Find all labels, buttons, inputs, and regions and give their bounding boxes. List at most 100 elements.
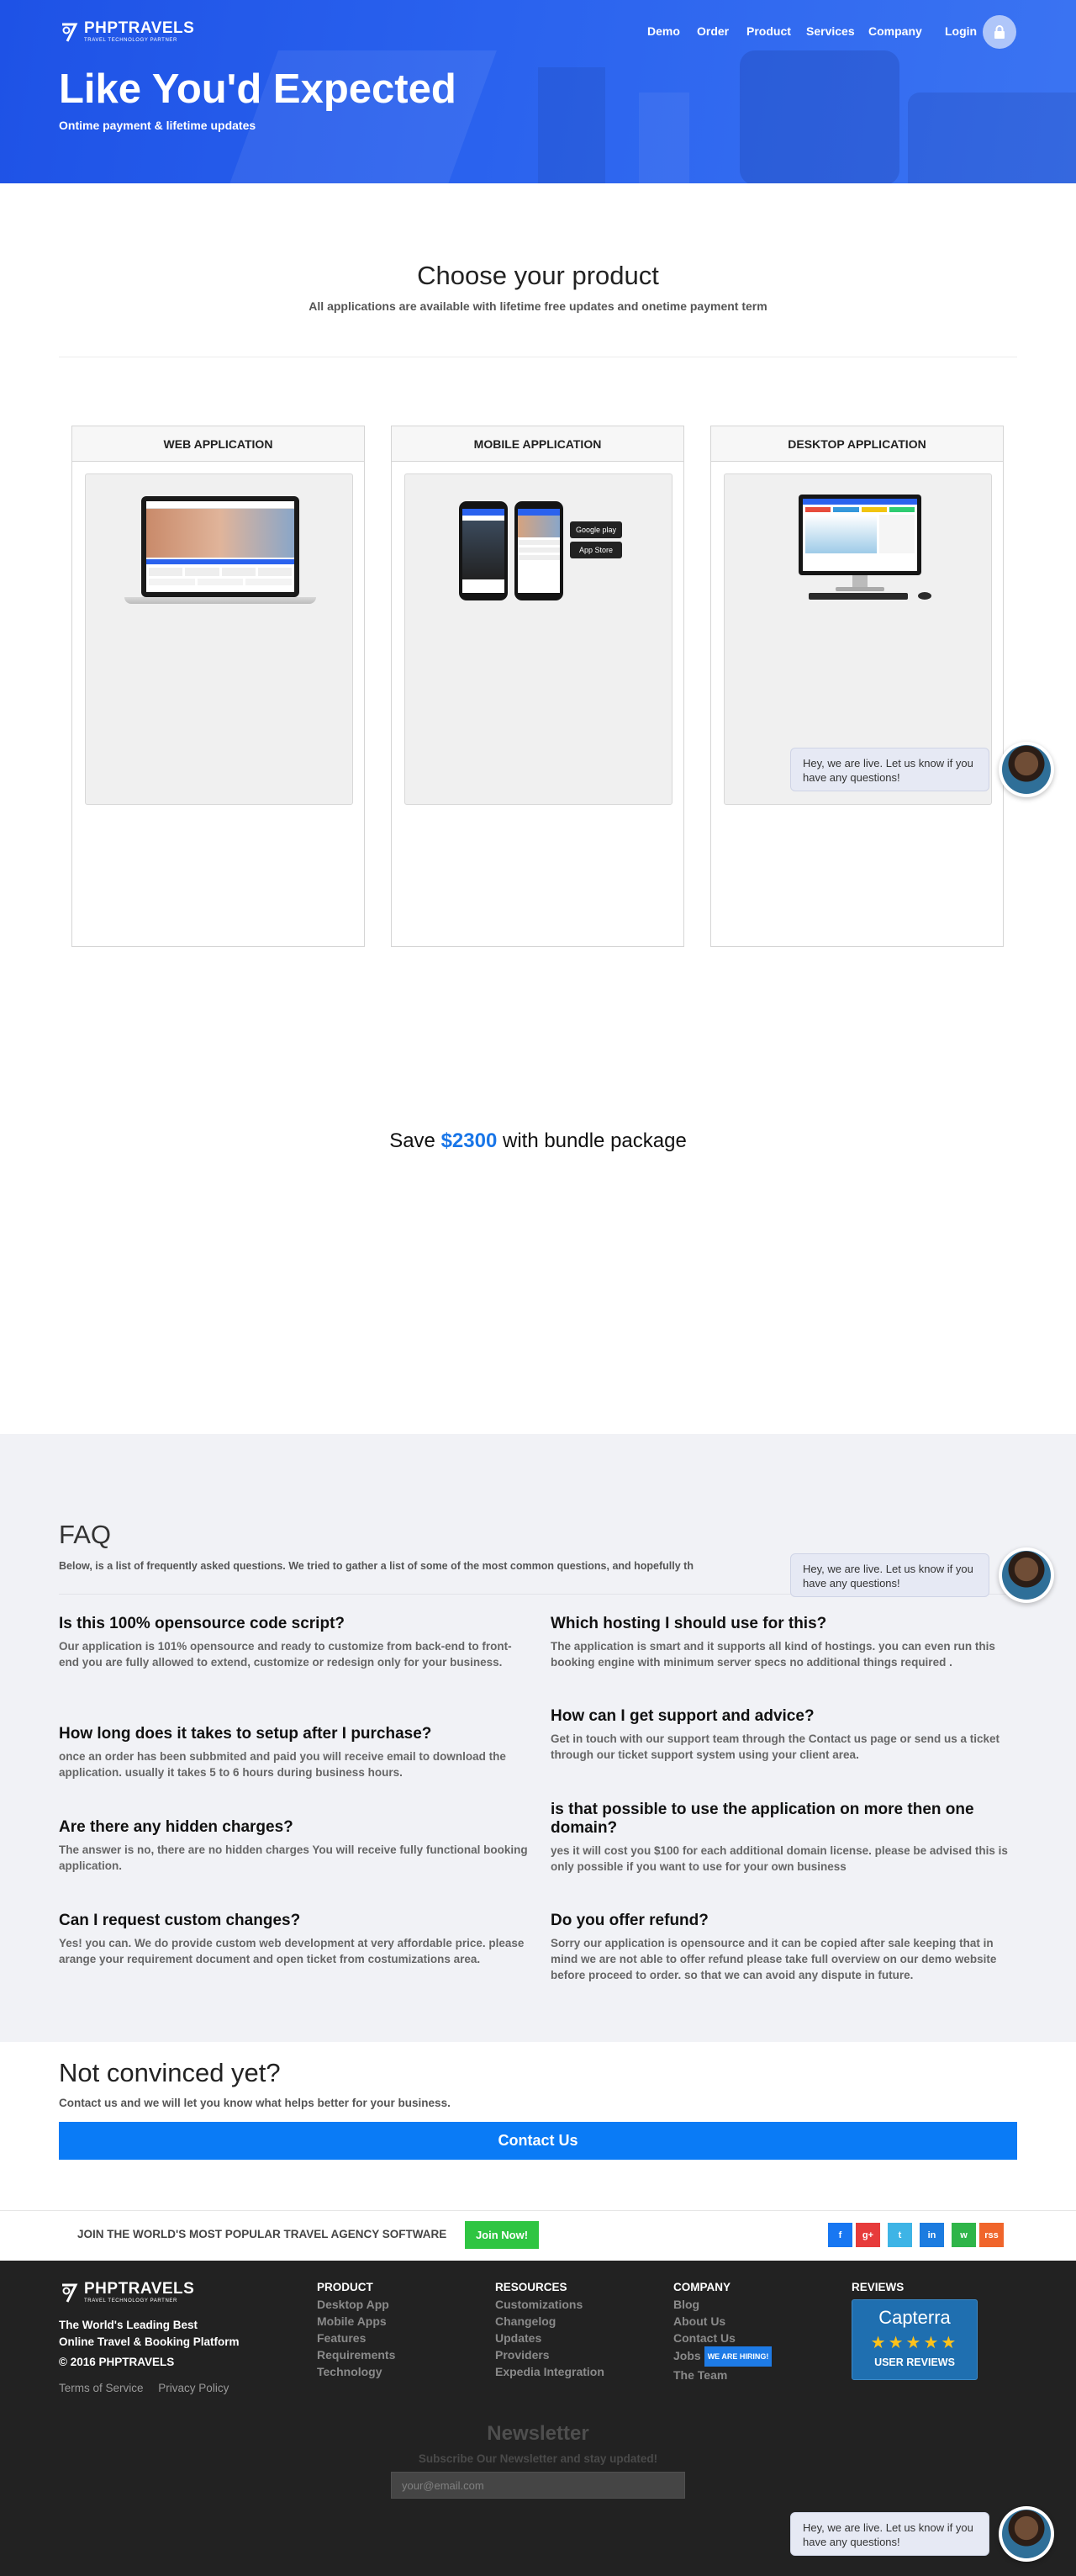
live-chat-widget[interactable]: Hey, we are live. Let us know if you hav… bbox=[790, 742, 1068, 797]
faq-item: How can I get support and advice? Get in… bbox=[551, 1707, 1021, 1763]
mobile-app-image: Google play App Store bbox=[404, 473, 672, 805]
agent-avatar[interactable] bbox=[999, 2506, 1054, 2562]
footer-link[interactable]: Providers bbox=[495, 2346, 604, 2363]
panel-title: WEB APPLICATION bbox=[72, 426, 364, 462]
footer-link[interactable]: Expedia Integration bbox=[495, 2363, 604, 2380]
faq-item: is that possible to use the application … bbox=[551, 1801, 1021, 1875]
rss-icon[interactable]: rss bbox=[979, 2223, 1004, 2247]
faq-item: Are there any hidden charges? The answer… bbox=[59, 1818, 530, 1874]
column-title: REVIEWS bbox=[852, 2281, 905, 2293]
app-store-badge: App Store bbox=[570, 542, 622, 558]
brand-tagline: TRAVEL TECHNOLOGY PARTNER bbox=[84, 2298, 177, 2304]
tagline-line: The World's Leading Best bbox=[59, 2319, 198, 2331]
faq-answer: The answer is no, there are no hidden ch… bbox=[59, 1843, 528, 1872]
footer-column-reviews: REVIEWS bbox=[852, 2281, 904, 2296]
footer-link[interactable]: Updates bbox=[495, 2330, 604, 2346]
footer-link[interactable]: Mobile Apps bbox=[317, 2313, 395, 2330]
chat-message[interactable]: Hey, we are live. Let us know if you hav… bbox=[790, 1553, 989, 1597]
product-panel-web[interactable]: WEB APPLICATION bbox=[71, 426, 365, 947]
jobs-link[interactable]: Jobs bbox=[673, 2349, 701, 2362]
footer-column-product: PRODUCT Desktop App Mobile Apps Features… bbox=[317, 2281, 395, 2380]
nav-demo[interactable]: Demo bbox=[647, 24, 680, 38]
chat-message[interactable]: Hey, we are live. Let us know if you hav… bbox=[790, 748, 989, 791]
legal-links: Terms of Service Privacy Policy bbox=[59, 2382, 240, 2394]
newsletter-email-input[interactable] bbox=[391, 2472, 685, 2499]
footer-link[interactable]: Desktop App bbox=[317, 2296, 395, 2313]
faq-question: is that possible to use the application … bbox=[551, 1801, 974, 1837]
bundle-offer: Save $2300 with bundle package bbox=[0, 1129, 1076, 1153]
faq-item: Can I request custom changes? Yes! you c… bbox=[59, 1912, 530, 1967]
monitor-illustration bbox=[799, 495, 921, 575]
capterra-badge[interactable]: Capterra ★★★★★ USER REVIEWS bbox=[852, 2299, 978, 2380]
agent-avatar[interactable] bbox=[999, 1547, 1054, 1603]
products-title: Choose your product bbox=[417, 261, 659, 290]
footer-link[interactable]: Contact Us bbox=[673, 2330, 772, 2346]
live-chat-widget[interactable]: Hey, we are live. Let us know if you hav… bbox=[790, 2506, 1068, 2562]
capterra-logo: Capterra bbox=[878, 2307, 951, 2328]
faq-question: Which hosting I should use for this? bbox=[551, 1615, 827, 1632]
footer-link[interactable]: Blog bbox=[673, 2296, 772, 2313]
contact-us-button[interactable]: Contact Us bbox=[59, 2122, 1017, 2160]
copyright: © 2016 PHPTRAVELS bbox=[59, 2356, 175, 2368]
hiring-badge[interactable]: WE ARE HIRING! bbox=[704, 2346, 773, 2367]
faq-question: How can I get support and advice? bbox=[551, 1707, 815, 1725]
live-chat-widget[interactable]: Hey, we are live. Let us know if you hav… bbox=[790, 1547, 1068, 1603]
join-now-button[interactable]: Join Now! bbox=[465, 2221, 539, 2249]
nav-product[interactable]: Product bbox=[746, 24, 791, 38]
panel-title: MOBILE APPLICATION bbox=[392, 426, 683, 462]
footer-logo[interactable]: PHPTRAVELS TRAVEL TECHNOLOGY PARTNER bbox=[59, 2281, 194, 2304]
faq-answer: Our application is 101% opensource and r… bbox=[59, 1640, 512, 1669]
nav-company[interactable]: Company bbox=[868, 24, 922, 38]
faq-answer: once an order has been subbmited and pai… bbox=[59, 1750, 506, 1779]
linkedin-icon[interactable]: in bbox=[920, 2223, 944, 2247]
footer-link[interactable]: Technology bbox=[317, 2363, 395, 2380]
footer-column-resources: RESOURCES Customizations Changelog Updat… bbox=[495, 2281, 604, 2380]
convince-title: Not convinced yet? bbox=[59, 2058, 281, 2087]
column-title: PRODUCT bbox=[317, 2281, 373, 2293]
tagline-line: Online Travel & Booking Platform bbox=[59, 2335, 240, 2348]
footer-column-company: COMPANY Blog About Us Contact Us Jobs WE … bbox=[673, 2281, 773, 2383]
footer-tagline: The World's Leading Best Online Travel &… bbox=[59, 2317, 240, 2351]
faq-answer: Sorry our application is opensource and … bbox=[551, 1937, 997, 1981]
product-panel-desktop[interactable]: DESKTOP APPLICATION bbox=[710, 426, 1004, 947]
facebook-icon[interactable]: f bbox=[828, 2223, 852, 2247]
nav-login[interactable]: Login bbox=[945, 24, 977, 38]
products-subtitle: All applications are available with life… bbox=[309, 299, 767, 313]
agent-avatar[interactable] bbox=[999, 742, 1054, 797]
footer-link[interactable]: The Team bbox=[673, 2367, 772, 2383]
newsletter-title: Newsletter bbox=[487, 2422, 589, 2445]
footer-link[interactable]: Customizations bbox=[495, 2296, 604, 2313]
chat-message[interactable]: Hey, we are live. Let us know if you hav… bbox=[790, 2512, 989, 2556]
faq-answer: yes it will cost you $100 for each addit… bbox=[551, 1844, 1008, 1873]
join-text: JOIN THE WORLD'S MOST POPULAR TRAVEL AGE… bbox=[77, 2228, 447, 2240]
privacy-link[interactable]: Privacy Policy bbox=[158, 2382, 229, 2394]
product-panel-mobile[interactable]: MOBILE APPLICATION Google play App Store bbox=[391, 426, 684, 947]
footer-link[interactable]: About Us bbox=[673, 2313, 772, 2330]
footer-link[interactable]: Requirements bbox=[317, 2346, 395, 2363]
save-prefix: Save bbox=[389, 1129, 435, 1152]
phone-illustration bbox=[514, 501, 563, 600]
hero-title: Like You'd Expected bbox=[59, 66, 456, 112]
nav-services[interactable]: Services bbox=[806, 24, 855, 38]
footer-link[interactable]: Changelog bbox=[495, 2313, 604, 2330]
wechat-icon[interactable]: w bbox=[952, 2223, 976, 2247]
twitter-icon[interactable]: t bbox=[888, 2223, 912, 2247]
faq-answer: Get in touch with our support team throu… bbox=[551, 1732, 1000, 1761]
footer-link[interactable]: Features bbox=[317, 2330, 395, 2346]
hero-subtitle: Ontime payment & lifetime updates bbox=[59, 119, 256, 132]
convince-subtitle: Contact us and we will let you know what… bbox=[59, 2097, 451, 2109]
nav-order[interactable]: Order bbox=[697, 24, 729, 38]
faq-question: Do you offer refund? bbox=[551, 1912, 709, 1929]
login-button[interactable] bbox=[983, 15, 1016, 49]
brand-name: PHPTRAVELS bbox=[84, 2280, 195, 2298]
faq-answer: Yes! you can. We do provide custom web d… bbox=[59, 1937, 525, 1965]
terms-link[interactable]: Terms of Service bbox=[59, 2382, 144, 2394]
hero-banner: PHPTRAVELS TRAVEL TECHNOLOGY PARTNER Dem… bbox=[0, 0, 1076, 183]
faq-title: FAQ bbox=[59, 1520, 112, 1549]
phone-illustration bbox=[459, 501, 508, 600]
web-app-image bbox=[85, 473, 353, 805]
faq-item: Which hosting I should use for this? The… bbox=[551, 1615, 1021, 1670]
faq-item: Is this 100% opensource code script? Our… bbox=[59, 1615, 530, 1670]
google-plus-icon[interactable]: g+ bbox=[856, 2223, 880, 2247]
bundle-price: $2300 bbox=[440, 1129, 498, 1152]
